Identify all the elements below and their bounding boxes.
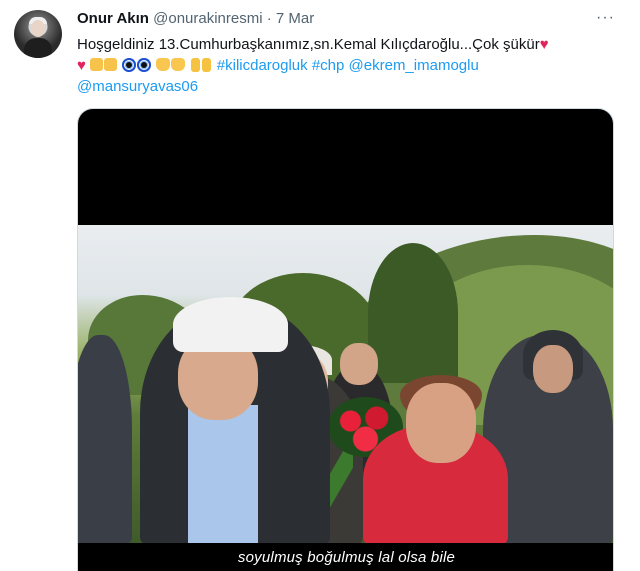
- scene-face: [340, 343, 378, 385]
- video-player[interactable]: soyulmuş boğulmuş lal olsa bile: [77, 108, 614, 571]
- red-heart-icon: ♥: [77, 57, 86, 74]
- red-heart-icon: ♥: [539, 36, 549, 53]
- hashtag-chp-link[interactable]: #chp: [312, 57, 345, 74]
- scene-shirt: [188, 405, 258, 543]
- tweet-card[interactable]: Onur Akın @onurakinresmi · 7 Mar ··· Hoş…: [0, 0, 640, 571]
- hashtag-kilicdarogluk-link[interactable]: #kilicdarogluk: [217, 57, 308, 74]
- tweet-body-text: Hoşgeldiniz 13.Cumhurbaşkanımız,sn.Kemal…: [77, 36, 540, 53]
- tweet-text-line3: @mansuryavas06: [77, 76, 612, 97]
- scene-face: [406, 383, 476, 463]
- tweet-header: Onur Akın @onurakinresmi · 7 Mar: [77, 10, 314, 28]
- victory-hand-icon: [201, 58, 211, 72]
- scene-person: [78, 335, 132, 543]
- video-frame: [78, 225, 613, 543]
- avatar-body: [24, 38, 52, 58]
- author-handle[interactable]: @onurakinresmi: [153, 10, 262, 27]
- video-subtitle: soyulmuş boğulmuş lal olsa bile: [237, 549, 456, 566]
- scene-face: [533, 345, 573, 393]
- avatar-face: [31, 20, 45, 37]
- tweet-text-line1: Hoşgeldiniz 13.Cumhurbaşkanımız,sn.Kemal…: [77, 34, 612, 55]
- nazar-amulet-icon: [122, 58, 137, 72]
- tweet-text: Hoşgeldiniz 13.Cumhurbaşkanımız,sn.Kemal…: [77, 34, 612, 97]
- author-avatar[interactable]: [14, 10, 62, 58]
- author-name[interactable]: Onur Akın: [77, 10, 149, 27]
- folded-hands-icon: [104, 58, 118, 71]
- mention-mansuryavas-link[interactable]: @mansuryavas06: [77, 78, 198, 95]
- scene-cap: [173, 297, 288, 352]
- clapping-hands-icon: [156, 58, 171, 71]
- mention-imamoglu-link[interactable]: @ekrem_imamoglu: [349, 57, 479, 74]
- tweet-date[interactable]: 7 Mar: [276, 10, 314, 27]
- more-options-icon[interactable]: ···: [596, 9, 615, 27]
- header-separator: ·: [266, 10, 272, 27]
- clapping-hands-icon: [171, 58, 186, 71]
- nazar-amulet-icon: [137, 58, 152, 72]
- scene-trees: [368, 243, 458, 383]
- victory-hand-icon: [190, 58, 200, 72]
- folded-hands-icon: [90, 58, 104, 71]
- tweet-text-line2: ♥ #kilicdarogluk #chp @ekrem_imamoglu: [77, 55, 612, 76]
